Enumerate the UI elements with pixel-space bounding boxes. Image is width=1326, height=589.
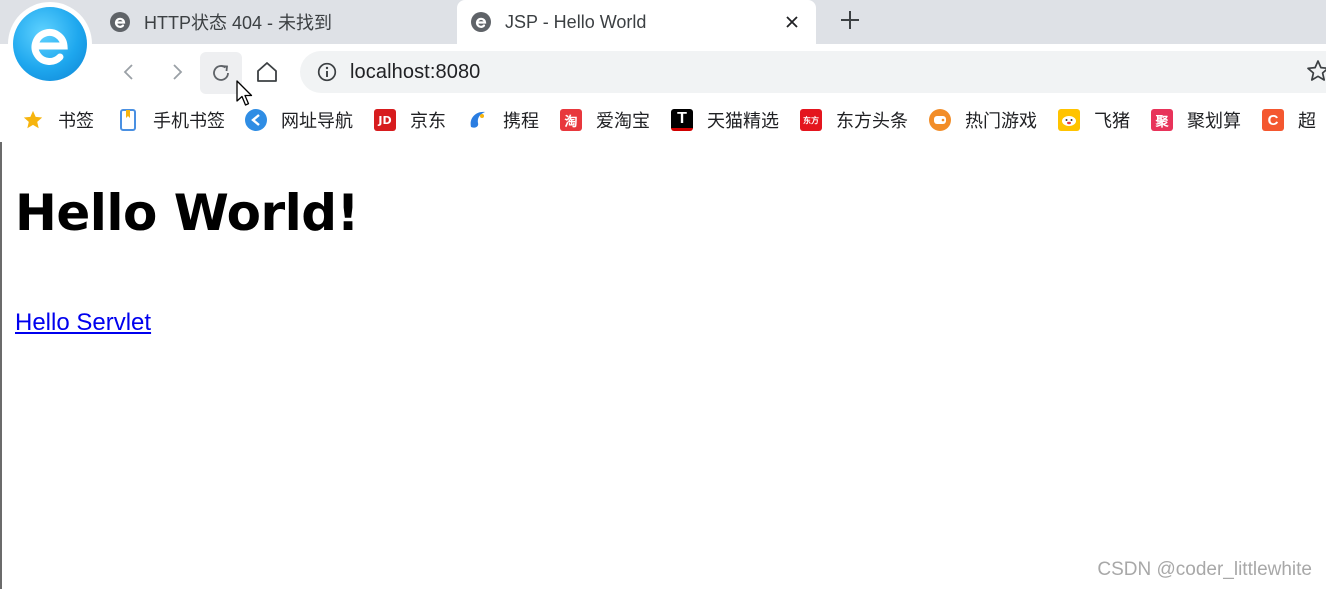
bookmark-star-icon[interactable] — [1306, 59, 1326, 83]
bookmark-label: 京东 — [410, 111, 446, 131]
bookmark-label: 网址导航 — [281, 111, 353, 131]
bookmark-item[interactable]: T 天猫精选 — [671, 108, 779, 132]
star-icon — [22, 109, 44, 131]
bookmark-label: 爱淘宝 — [596, 111, 650, 131]
close-tab-icon[interactable] — [780, 10, 804, 34]
chevron-left-icon — [123, 64, 133, 80]
bookmark-label: 携程 — [503, 111, 539, 131]
tab-strip: HTTP状态 404 - 未找到 JSP - Hello World — [0, 0, 1326, 44]
mouse-cursor-icon — [236, 80, 256, 108]
bookmark-label: 热门游戏 — [965, 111, 1037, 131]
bookmark-label: 飞猪 — [1094, 111, 1130, 131]
forward-button[interactable] — [160, 55, 194, 89]
ie-page-icon — [471, 12, 491, 32]
ctrip-icon — [467, 109, 489, 131]
bookmark-label: 书签 — [58, 111, 94, 131]
bookmark-item[interactable]: JD 京东 — [374, 108, 446, 132]
bookmark-item[interactable]: 聚 聚划算 — [1151, 108, 1241, 132]
bookmark-item[interactable]: 网址导航 — [245, 108, 353, 132]
bookmark-item[interactable]: 飞猪 — [1058, 108, 1130, 132]
home-icon — [257, 62, 277, 82]
bookmark-item[interactable]: 淘 爱淘宝 — [560, 108, 650, 132]
bookmark-item[interactable]: 热门游戏 — [929, 108, 1037, 132]
bookmark-item[interactable]: 手机书签 — [117, 108, 225, 132]
bookmark-item[interactable]: 东方 东方头条 — [800, 108, 908, 132]
tmall-icon: T — [671, 109, 693, 131]
bookmark-label: 天猫精选 — [707, 111, 779, 131]
page-heading: Hello World! — [15, 184, 359, 242]
url-text[interactable]: localhost:8080 — [350, 61, 480, 84]
chao-icon: C — [1262, 109, 1284, 131]
taobao-icon: 淘 — [560, 109, 582, 131]
game-icon — [929, 109, 951, 131]
navigation-icon — [245, 109, 267, 131]
fliggy-icon — [1058, 109, 1080, 131]
bookmark-label: 手机书签 — [153, 111, 225, 131]
watermark-text: CSDN @coder_littlewhite — [1097, 559, 1312, 580]
back-button[interactable] — [112, 55, 146, 89]
address-bar[interactable]: localhost:8080 — [300, 51, 1326, 93]
phone-bookmark-icon — [117, 109, 139, 131]
juhuasuan-icon: 聚 — [1151, 109, 1173, 131]
page-viewport: Hello World! Hello Servlet CSDN @coder_l… — [0, 142, 1326, 589]
dongfang-icon: 东方 — [800, 109, 822, 131]
hello-servlet-link[interactable]: Hello Servlet — [15, 309, 151, 337]
bookmark-item[interactable]: 携程 — [467, 108, 539, 132]
bookmark-label: 东方头条 — [836, 111, 908, 131]
ie-page-icon — [110, 12, 130, 32]
tab-jsp-hello-world[interactable]: JSP - Hello World — [457, 0, 816, 44]
browser-logo-icon — [8, 2, 92, 86]
bookmark-item[interactable]: 书签 — [22, 108, 94, 132]
info-icon[interactable] — [316, 61, 338, 83]
toolbar: localhost:8080 — [0, 44, 1326, 98]
bookmark-item[interactable]: C 超 — [1262, 108, 1316, 132]
tab-title: JSP - Hello World — [505, 11, 647, 32]
tab-http-404[interactable]: HTTP状态 404 - 未找到 — [96, 0, 456, 44]
jd-icon: JD — [374, 109, 396, 131]
bookmark-label: 超 — [1298, 111, 1316, 131]
bookmark-label: 聚划算 — [1187, 111, 1241, 131]
bookmarks-bar: 书签 手机书签 网址导航 JD 京东 携程 淘 爱淘宝 T 天猫精选 东方 东方… — [0, 98, 1326, 142]
reload-icon — [213, 65, 229, 81]
new-tab-icon[interactable] — [836, 6, 864, 34]
tab-title: HTTP状态 404 - 未找到 — [144, 13, 333, 33]
chevron-right-icon — [173, 64, 183, 80]
